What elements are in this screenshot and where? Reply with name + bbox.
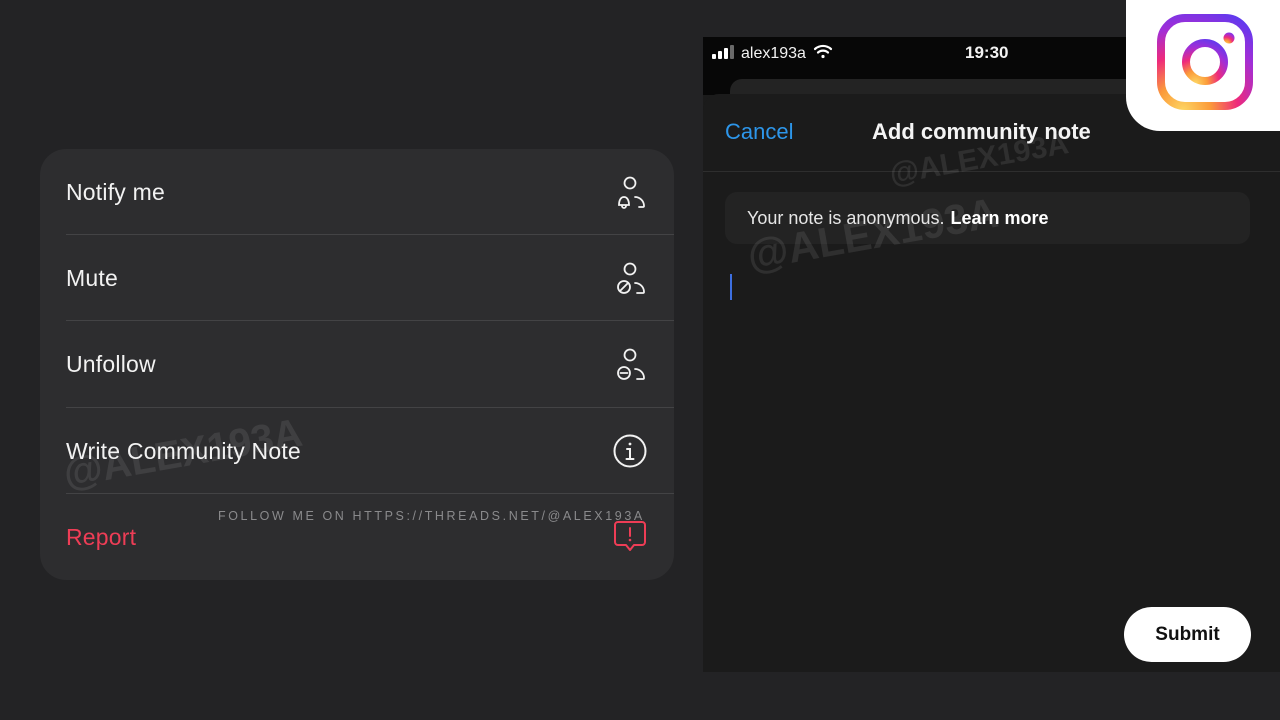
menu-item-notify-me[interactable]: Notify me bbox=[66, 149, 674, 235]
carrier-name: alex193a bbox=[741, 45, 806, 62]
menu-item-label: Unfollow bbox=[66, 350, 156, 377]
menu-item-report[interactable]: Report bbox=[66, 494, 674, 580]
submit-button[interactable]: Submit bbox=[1124, 607, 1251, 662]
person-mute-icon bbox=[612, 260, 648, 296]
menu-item-label: Notify me bbox=[66, 178, 165, 205]
watermark-follow-text: FOLLOW ME ON HTTPS://THREADS.NET/@ALEX19… bbox=[218, 509, 645, 523]
phone-screenshot: alex193a 19:30 Cancel Add community note… bbox=[703, 37, 1280, 672]
menu-item-unfollow[interactable]: Unfollow bbox=[66, 321, 674, 407]
info-circle-icon bbox=[612, 433, 648, 469]
note-text-input[interactable] bbox=[725, 262, 1250, 592]
instagram-badge bbox=[1126, 0, 1280, 131]
person-bell-icon bbox=[612, 174, 648, 210]
menu-item-mute[interactable]: Mute bbox=[66, 235, 674, 321]
instagram-logo-icon bbox=[1157, 14, 1253, 110]
wifi-icon bbox=[813, 44, 833, 64]
status-time: 19:30 bbox=[965, 43, 1009, 62]
signal-icon bbox=[712, 44, 734, 64]
text-caret bbox=[730, 274, 732, 300]
menu-item-label: Mute bbox=[66, 264, 118, 291]
status-left: alex193a bbox=[712, 44, 833, 64]
report-alert-icon bbox=[612, 519, 648, 555]
menu-item-label: Report bbox=[66, 523, 137, 550]
community-note-sheet: Cancel Add community note Your note is a… bbox=[703, 94, 1280, 672]
cancel-button[interactable]: Cancel bbox=[725, 119, 793, 145]
person-minus-icon bbox=[612, 346, 648, 382]
